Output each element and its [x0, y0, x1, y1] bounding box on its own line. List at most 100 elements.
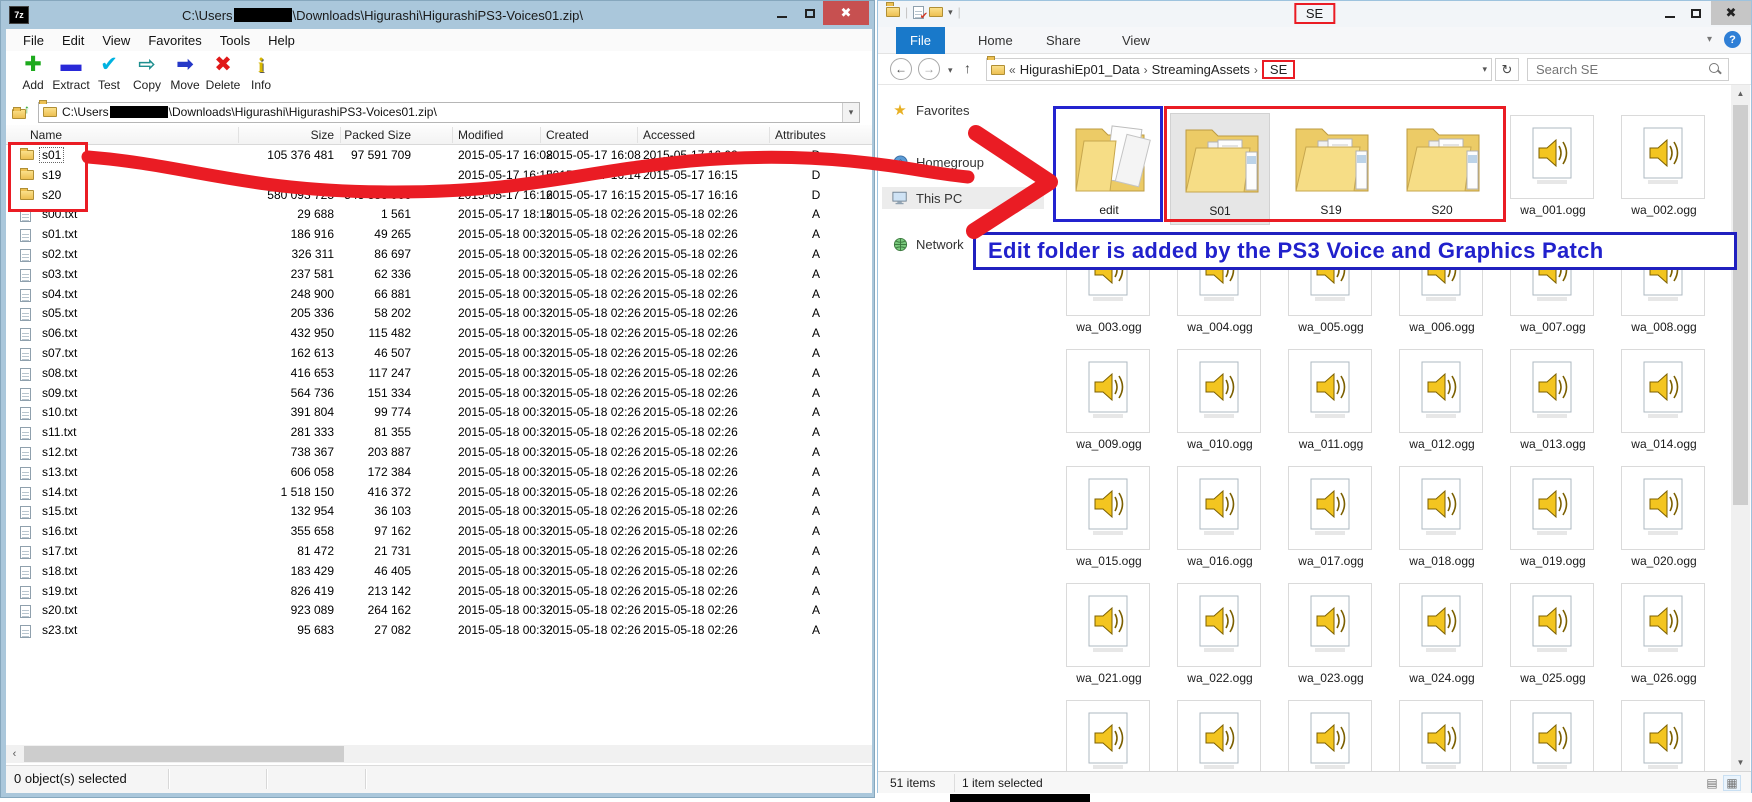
archive-row-s13.txt[interactable]: s13.txt 606 058 172 384 2015-05-18 00:32… — [6, 463, 872, 483]
file-tile-wa_025.ogg[interactable]: wa_025.ogg — [1503, 581, 1603, 693]
search-box[interactable] — [1527, 58, 1729, 81]
archive-row-s10.txt[interactable]: s10.txt 391 804 99 774 2015-05-18 00:32 … — [6, 403, 872, 423]
archive-row-s03.txt[interactable]: s03.txt 237 581 62 336 2015-05-18 00:32 … — [6, 265, 872, 285]
archive-row-s15.txt[interactable]: s15.txt 132 954 36 103 2015-05-18 00:32 … — [6, 502, 872, 522]
file-tile-wa_019.ogg[interactable]: wa_019.ogg — [1503, 464, 1603, 576]
file-tile[interactable] — [1614, 698, 1714, 771]
file-tile-wa_010.ogg[interactable]: wa_010.ogg — [1170, 347, 1270, 459]
file-tile-wa_012.ogg[interactable]: wa_012.ogg — [1392, 347, 1492, 459]
breadcrumb-overflow-icon[interactable]: « — [1009, 63, 1016, 77]
file-tile-wa_026.ogg[interactable]: wa_026.ogg — [1614, 581, 1714, 693]
archive-row-s20[interactable]: s20 580 093 725 543 383 966 2015-05-17 1… — [6, 186, 872, 206]
breadcrumb-item-streamingassets[interactable]: StreamingAssets — [1152, 62, 1250, 77]
file-tile-wa_001.ogg[interactable]: wa_001.ogg — [1503, 113, 1603, 225]
file-tile-wa_015.ogg[interactable]: wa_015.ogg — [1059, 464, 1159, 576]
archive-row-s11.txt[interactable]: s11.txt 281 333 81 355 2015-05-18 00:32 … — [6, 423, 872, 443]
file-tile-wa_011.ogg[interactable]: wa_011.ogg — [1281, 347, 1381, 459]
archive-row-s09.txt[interactable]: s09.txt 564 736 151 334 2015-05-18 00:32… — [6, 384, 872, 404]
column-header-size[interactable]: Size — [246, 128, 334, 142]
file-tile-wa_024.ogg[interactable]: wa_024.ogg — [1392, 581, 1492, 693]
folder-tile-S01[interactable]: S01 — [1170, 113, 1270, 225]
menu-item-edit[interactable]: Edit — [53, 33, 93, 48]
expand-ribbon-icon[interactable]: ▾ — [1707, 34, 1712, 45]
close-button[interactable]: ✖ — [823, 1, 869, 25]
file-tile-wa_021.ogg[interactable]: wa_021.ogg — [1059, 581, 1159, 693]
archive-row-s17.txt[interactable]: s17.txt 81 472 21 731 2015-05-18 00:32 2… — [6, 542, 872, 562]
column-header-name[interactable]: Name — [30, 128, 62, 142]
archive-row-s01.txt[interactable]: s01.txt 186 916 49 265 2015-05-18 00:32 … — [6, 225, 872, 245]
file-tile[interactable] — [1392, 698, 1492, 771]
tab-share[interactable]: Share — [1032, 27, 1095, 54]
file-tile-wa_020.ogg[interactable]: wa_020.ogg — [1614, 464, 1714, 576]
file-tile[interactable] — [1059, 698, 1159, 771]
file-tile-wa_007.ogg[interactable]: wa_007.ogg — [1503, 230, 1603, 342]
archive-row-s19.txt[interactable]: s19.txt 826 419 213 142 2015-05-18 00:32… — [6, 582, 872, 602]
copy-button[interactable]: ⇨Copy — [128, 53, 166, 92]
folder-tile-S19[interactable]: S19 — [1281, 113, 1381, 225]
breadcrumb-item-se[interactable]: SE — [1262, 60, 1295, 79]
search-input[interactable] — [1528, 61, 1698, 78]
details-view-button[interactable]: ▤ — [1703, 775, 1721, 791]
archive-row-s01[interactable]: s01 105 376 481 97 591 709 2015-05-17 16… — [6, 146, 872, 166]
file-tile-wa_005.ogg[interactable]: wa_005.ogg — [1281, 230, 1381, 342]
column-header-created[interactable]: Created — [546, 128, 589, 142]
file-tile-wa_008.ogg[interactable]: wa_008.ogg — [1614, 230, 1714, 342]
file-tile-wa_017.ogg[interactable]: wa_017.ogg — [1281, 464, 1381, 576]
archive-row-s14.txt[interactable]: s14.txt 1 518 150 416 372 2015-05-18 00:… — [6, 483, 872, 503]
test-button[interactable]: ✔Test — [90, 53, 128, 92]
archive-row-s07.txt[interactable]: s07.txt 162 613 46 507 2015-05-18 00:32 … — [6, 344, 872, 364]
up-button[interactable]: ↑ — [964, 60, 971, 76]
delete-button[interactable]: ✖Delete — [204, 53, 242, 92]
file-tile[interactable] — [1170, 698, 1270, 771]
folder-tile-edit[interactable]: edit — [1059, 113, 1159, 225]
maximize-button[interactable] — [797, 1, 823, 25]
scroll-down-icon[interactable]: ▼ — [1731, 754, 1750, 771]
file-tile-wa_009.ogg[interactable]: wa_009.ogg — [1059, 347, 1159, 459]
folder-tile-S20[interactable]: S20 — [1392, 113, 1492, 225]
archive-row-s16.txt[interactable]: s16.txt 355 658 97 162 2015-05-18 00:32 … — [6, 522, 872, 542]
file-tile-wa_004.ogg[interactable]: wa_004.ogg — [1170, 230, 1270, 342]
column-header-accessed[interactable]: Accessed — [643, 128, 695, 142]
vertical-scrollbar[interactable]: ▲ ▼ — [1731, 85, 1750, 771]
file-tile[interactable] — [1503, 698, 1603, 771]
archive-row-s12.txt[interactable]: s12.txt 738 367 203 887 2015-05-18 00:32… — [6, 443, 872, 463]
archive-row-s05.txt[interactable]: s05.txt 205 336 58 202 2015-05-18 00:32 … — [6, 304, 872, 324]
info-button[interactable]: iInfo — [242, 53, 280, 92]
file-tile-wa_014.ogg[interactable]: wa_014.ogg — [1614, 347, 1714, 459]
chevron-down-icon[interactable]: ▾ — [1482, 64, 1487, 75]
file-tile-wa_013.ogg[interactable]: wa_013.ogg — [1503, 347, 1603, 459]
breadcrumb[interactable]: « HigurashiEp01_Data › StreamingAssets ›… — [986, 58, 1492, 81]
extract-button[interactable]: ▬Extract — [52, 53, 90, 92]
archive-row-s20.txt[interactable]: s20.txt 923 089 264 162 2015-05-18 00:32… — [6, 601, 872, 621]
file-tile-wa_023.ogg[interactable]: wa_023.ogg — [1281, 581, 1381, 693]
help-button[interactable]: ? — [1724, 31, 1741, 48]
refresh-button[interactable]: ↻ — [1495, 58, 1519, 81]
file-tile-wa_003.ogg[interactable]: wa_003.ogg — [1059, 230, 1159, 342]
column-header-attributes[interactable]: Attributes — [775, 128, 826, 142]
move-button[interactable]: ➡Move — [166, 53, 204, 92]
menu-item-file[interactable]: File — [14, 33, 53, 48]
scrollbar-thumb[interactable] — [1733, 105, 1748, 505]
archive-row-s08.txt[interactable]: s08.txt 416 653 117 247 2015-05-18 00:32… — [6, 364, 872, 384]
tab-home[interactable]: Home — [964, 27, 1027, 54]
tab-view[interactable]: View — [1108, 27, 1164, 54]
menu-item-tools[interactable]: Tools — [211, 33, 259, 48]
archive-path-input[interactable]: C:\Users\Downloads\Higurashi\HigurashiPS… — [38, 102, 860, 123]
archive-row-s04.txt[interactable]: s04.txt 248 900 66 881 2015-05-18 00:32 … — [6, 285, 872, 305]
menu-item-view[interactable]: View — [93, 33, 139, 48]
up-folder-icon[interactable]: ↑ — [12, 104, 30, 120]
file-tile-wa_006.ogg[interactable]: wa_006.ogg — [1392, 230, 1492, 342]
file-tile-wa_022.ogg[interactable]: wa_022.ogg — [1170, 581, 1270, 693]
large-icons-view-button[interactable]: ▦ — [1723, 775, 1741, 791]
minimize-button[interactable] — [769, 1, 795, 25]
archive-row-s23.txt[interactable]: s23.txt 95 683 27 082 2015-05-18 00:32 2… — [6, 621, 872, 641]
chevron-down-icon[interactable]: ▾ — [948, 7, 953, 18]
scroll-left-icon[interactable]: ‹ — [6, 745, 23, 763]
horizontal-scrollbar[interactable]: ‹ — [6, 745, 872, 763]
menu-item-favorites[interactable]: Favorites — [139, 33, 210, 48]
archive-row-s02.txt[interactable]: s02.txt 326 311 86 697 2015-05-18 00:32 … — [6, 245, 872, 265]
tab-file[interactable]: File — [896, 27, 945, 54]
forward-button[interactable]: → — [918, 58, 940, 80]
archive-row-s18.txt[interactable]: s18.txt 183 429 46 405 2015-05-18 00:32 … — [6, 562, 872, 582]
archive-row-s06.txt[interactable]: s06.txt 432 950 115 482 2015-05-18 00:32… — [6, 324, 872, 344]
